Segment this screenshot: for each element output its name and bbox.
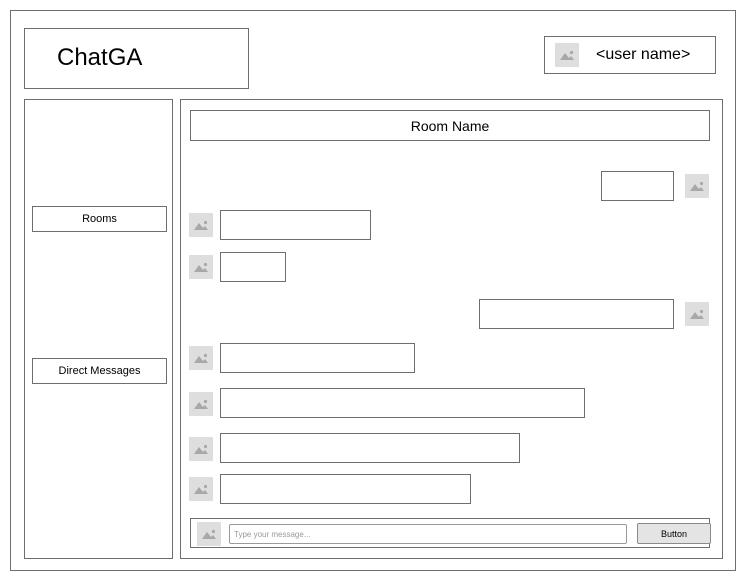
message-bubble (601, 171, 674, 201)
user-name: <user name> (596, 46, 691, 63)
app-logo-panel: ChatGA (24, 28, 249, 89)
chat-panel: Room Name Button (180, 99, 723, 559)
image-placeholder-icon (685, 174, 709, 198)
image-placeholder-icon (189, 255, 213, 279)
message-composer: Button (190, 518, 711, 548)
sidebar-item-direct-messages[interactable]: Direct Messages (32, 358, 167, 384)
app-title: ChatGA (57, 44, 143, 71)
message-bubble (220, 252, 286, 282)
image-placeholder-icon (197, 522, 221, 546)
image-placeholder-icon (189, 346, 213, 370)
message-bubble (220, 210, 371, 240)
image-placeholder-icon (189, 213, 213, 237)
user-profile[interactable]: <user name> (544, 36, 716, 74)
message-bubble (220, 343, 415, 373)
send-button[interactable]: Button (637, 523, 711, 544)
room-title: Room Name (190, 110, 710, 141)
image-placeholder-icon (555, 43, 579, 67)
image-placeholder-icon (189, 477, 213, 501)
image-placeholder-icon (189, 392, 213, 416)
message-bubble (220, 474, 471, 504)
message-input[interactable] (229, 524, 627, 544)
message-bubble (479, 299, 674, 329)
message-bubble (220, 388, 585, 418)
sidebar: Rooms Direct Messages (24, 99, 173, 559)
image-placeholder-icon (685, 302, 709, 326)
sidebar-item-rooms[interactable]: Rooms (32, 206, 167, 232)
message-bubble (220, 433, 520, 463)
image-placeholder-icon (189, 437, 213, 461)
